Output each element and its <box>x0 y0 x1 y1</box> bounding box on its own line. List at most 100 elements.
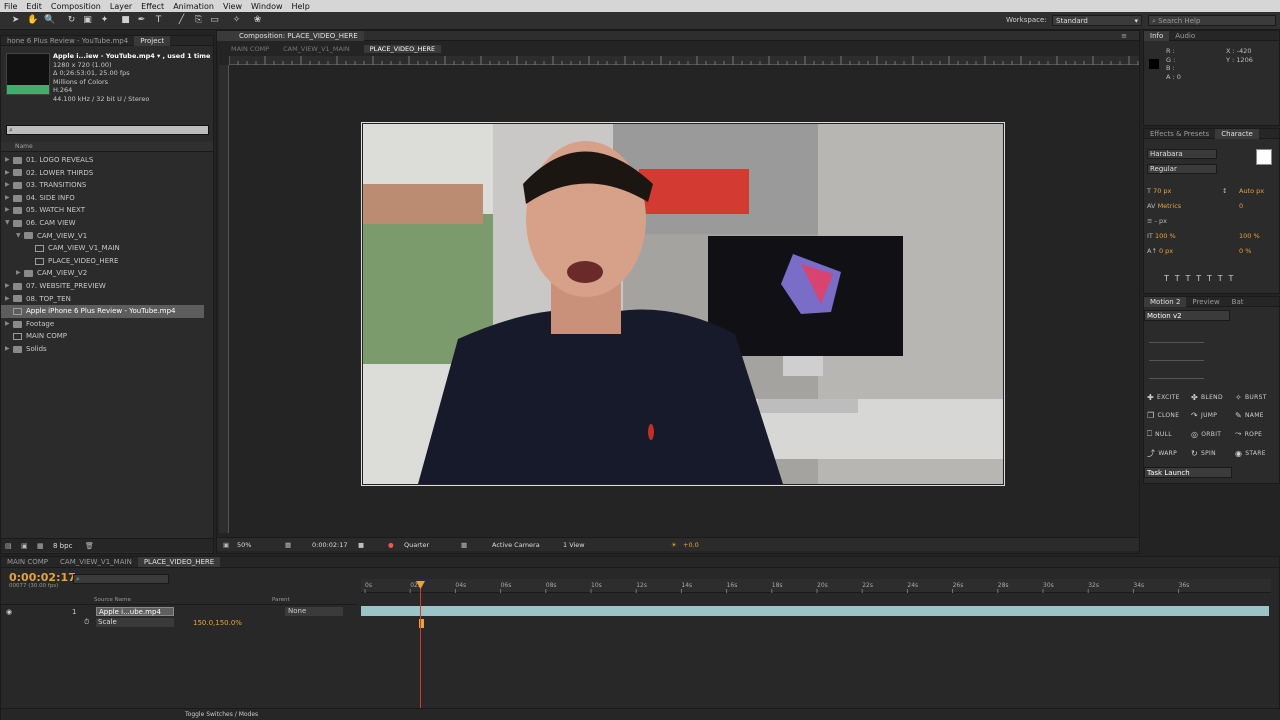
project-item[interactable]: ▶ 03. TRANSITIONS <box>1 179 204 192</box>
project-item[interactable]: CAM_VIEW_V1_MAIN <box>1 242 204 255</box>
parent-select[interactable]: None <box>285 607 343 616</box>
project-item[interactable]: MAIN COMP <box>1 330 204 343</box>
breadcrumb-item[interactable]: PLACE_VIDEO_HERE <box>363 45 442 53</box>
menu-item[interactable]: Animation <box>173 2 214 11</box>
font-family-select[interactable]: Harabara <box>1147 149 1217 159</box>
tab-footage-file[interactable]: hone 6 Plus Review - YouTube.mp4 <box>1 36 134 46</box>
project-item[interactable]: ▶ 02. LOWER THIRDS <box>1 167 204 180</box>
project-item[interactable]: ▼ CAM_VIEW_V1 <box>1 230 204 243</box>
motion-slider-1[interactable] <box>1149 342 1204 343</box>
tab-motion[interactable]: Motion 2 <box>1144 296 1187 307</box>
timeline-search-input[interactable]: ⌕ <box>73 574 169 584</box>
zoom-tool-icon[interactable]: 🔍 <box>44 15 55 26</box>
project-item[interactable]: PLACE_VIDEO_HERE <box>1 255 204 268</box>
expand-open-icon[interactable]: ▼ <box>16 230 24 243</box>
leading-value[interactable]: Auto px <box>1239 184 1264 199</box>
kerning-value[interactable]: Metrics <box>1158 202 1182 210</box>
pan-behind-tool-icon[interactable]: ✦ <box>99 15 110 26</box>
tab-character[interactable]: Characte <box>1215 128 1259 139</box>
project-item[interactable]: ▶ 01. LOGO REVEALS <box>1 154 204 167</box>
menu-item[interactable]: Edit <box>26 2 42 11</box>
color-channel-icon[interactable]: ● <box>388 541 394 549</box>
motion-button-burst[interactable]: ✧ BURST <box>1235 393 1279 402</box>
selection-tool-icon[interactable]: ➤ <box>10 15 21 26</box>
layer-name[interactable]: Apple i...ube.mp4 <box>96 607 174 616</box>
menu-item[interactable]: Layer <box>110 2 132 11</box>
motion-slider-3[interactable] <box>1149 378 1204 379</box>
search-help-input[interactable]: ⌕ Search Help <box>1148 15 1276 26</box>
bpc-label[interactable]: 8 bpc <box>53 542 72 550</box>
timeline-tab[interactable]: PLACE_VIDEO_HERE <box>137 557 221 567</box>
fill-color-swatch[interactable] <box>1256 149 1272 165</box>
vertical-scale-value[interactable]: 100 % <box>1155 232 1176 240</box>
trash-icon[interactable]: 🗑 <box>85 542 94 550</box>
project-item[interactable]: ▶ Solids <box>1 343 204 356</box>
expand-closed-icon[interactable]: ▶ <box>5 293 13 306</box>
tab-project[interactable]: Project <box>134 35 171 46</box>
visibility-icon[interactable]: ◉ <box>6 608 12 616</box>
expand-closed-icon[interactable]: ▶ <box>5 343 13 356</box>
project-item[interactable]: ▼ 06. CAM VIEW <box>1 217 204 230</box>
scale-value[interactable]: 150.0,150.0% <box>193 619 242 627</box>
expand-closed-icon[interactable]: ▶ <box>5 192 13 205</box>
comp-timecode[interactable]: 0:00:02:17 <box>312 541 348 549</box>
new-comp-icon[interactable]: ▦ <box>37 542 44 550</box>
project-item[interactable]: ▶ CAM_VIEW_V2 <box>1 267 204 280</box>
stroke-width-value[interactable]: - px <box>1155 217 1167 225</box>
clone-tool-icon[interactable]: ⎘ <box>193 15 204 26</box>
playhead[interactable] <box>420 581 421 709</box>
menu-item[interactable]: View <box>223 2 242 11</box>
hand-tool-icon[interactable]: ✋ <box>27 15 38 26</box>
motion-button-stare[interactable]: ◉ STARE <box>1235 448 1279 459</box>
tracking-value[interactable]: 0 <box>1239 199 1243 214</box>
exposure-icon[interactable]: ☀ <box>671 541 677 549</box>
expand-open-icon[interactable]: ▼ <box>5 217 13 230</box>
eraser-tool-icon[interactable]: ▭ <box>209 15 220 26</box>
menu-item[interactable]: File <box>4 2 17 11</box>
horizontal-scale-value[interactable]: 100 % <box>1239 229 1260 244</box>
motion-preset-select[interactable]: Motion v2 <box>1144 310 1230 321</box>
shape-tool-icon[interactable]: ■ <box>120 15 131 26</box>
interpret-footage-icon[interactable]: ▤ <box>5 542 12 550</box>
workspace-select[interactable]: Standard ▾ <box>1052 15 1142 26</box>
tab-composition[interactable]: Composition: PLACE_VIDEO_HERE <box>217 30 364 41</box>
baseline-shift-value[interactable]: 0 px <box>1159 247 1173 255</box>
tab-info[interactable]: Info <box>1144 30 1170 41</box>
font-style-select[interactable]: Regular <box>1147 164 1217 174</box>
toggle-switches-modes[interactable]: Toggle Switches / Modes <box>185 711 258 718</box>
tab-batch[interactable]: Bat <box>1226 297 1250 307</box>
tab-preview[interactable]: Preview <box>1186 297 1225 307</box>
task-launch-select[interactable]: Task Launch <box>1144 467 1232 478</box>
menu-item[interactable]: Effect <box>141 2 164 11</box>
text-style-buttons[interactable]: TTTTTTT <box>1164 274 1239 283</box>
motion-button-orbit[interactable]: ◎ ORBIT <box>1191 429 1235 439</box>
motion-button-jump[interactable]: ↷ JUMP <box>1191 411 1235 420</box>
motion-slider-2[interactable] <box>1149 360 1204 361</box>
grid-icon[interactable]: ▦ <box>285 541 291 549</box>
motion-button-excite[interactable]: ✚ EXCITE <box>1147 393 1191 402</box>
motion-button-clone[interactable]: ❐ CLONE <box>1147 411 1191 420</box>
project-item[interactable]: ▶ 08. TOP_TEN <box>1 293 204 306</box>
panel-menu-icon[interactable]: ≡ <box>1121 32 1127 40</box>
region-of-interest-icon[interactable]: ▣ <box>223 541 229 549</box>
rotate-tool-icon[interactable]: ↻ <box>66 15 77 26</box>
new-folder-icon[interactable]: ▣ <box>21 542 28 550</box>
layer-row[interactable]: ◉ 1 Apple i...ube.mp4 None <box>1 606 357 617</box>
brush-tool-icon[interactable]: ╱ <box>176 15 187 26</box>
layer-duration-bar[interactable] <box>361 606 1269 616</box>
stopwatch-icon[interactable]: ⏱ <box>84 618 89 627</box>
transparency-grid-icon[interactable]: ▩ <box>461 541 467 549</box>
tab-audio[interactable]: Audio <box>1169 31 1201 41</box>
timeline-ruler[interactable]: 0s 02s 04s 06s 08s 10s 12s 14s 16s 18s 20s 22s 24s 26… <box>361 579 1271 593</box>
project-search-input[interactable]: ⌕ <box>6 125 209 135</box>
timeline-tab[interactable]: CAM_VIEW_V1_MAIN <box>54 557 138 567</box>
puppet-tool-icon[interactable]: ❀ <box>252 15 263 26</box>
exposure-value[interactable]: +0.0 <box>683 541 699 549</box>
expand-closed-icon[interactable]: ▶ <box>5 179 13 192</box>
project-item[interactable]: ▶ 07. WEBSITE_PREVIEW <box>1 280 204 293</box>
motion-button-name[interactable]: ✎ NAME <box>1235 411 1279 420</box>
menu-item[interactable]: Composition <box>51 2 101 11</box>
video-frame[interactable] <box>363 124 1003 484</box>
motion-button-spin[interactable]: ↻ SPIN <box>1191 448 1235 459</box>
timeline-tab[interactable]: MAIN COMP <box>1 557 54 567</box>
